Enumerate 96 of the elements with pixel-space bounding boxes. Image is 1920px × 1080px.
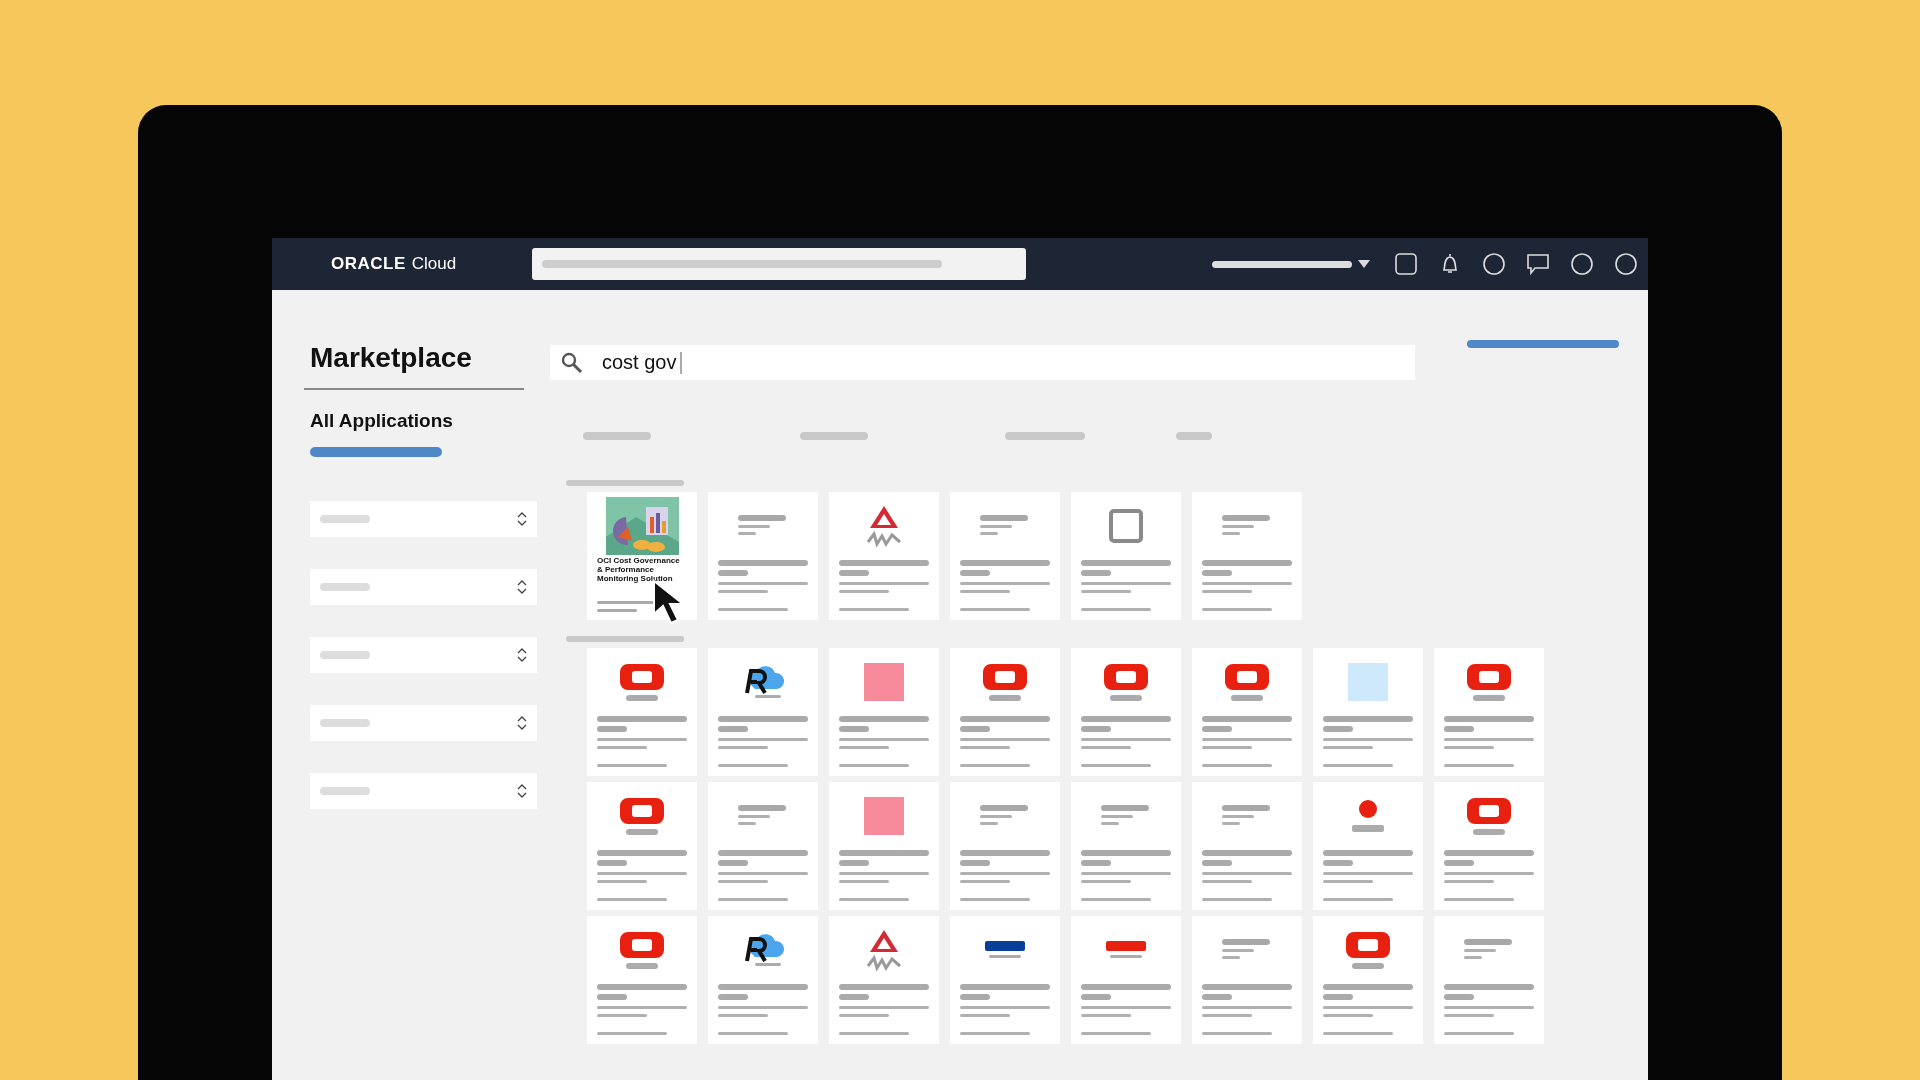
- text-lines-icon: [718, 560, 808, 612]
- filter-dropdown[interactable]: [310, 569, 537, 605]
- text-lines-icon: [738, 515, 788, 537]
- text-lines-icon: [1081, 716, 1171, 768]
- app-card-title: OCI Cost Governance & Performance Monitoring Solution: [597, 556, 681, 584]
- text-lines-icon: [718, 850, 808, 902]
- text-lines-icon: [960, 716, 1050, 768]
- app-card[interactable]: [1192, 648, 1302, 776]
- text-lines-icon: [1444, 716, 1534, 768]
- text-lines-icon: [1202, 984, 1292, 1036]
- app-card[interactable]: [1434, 782, 1544, 910]
- text-lines-icon: [597, 716, 687, 768]
- text-lines-icon: [718, 716, 808, 768]
- filter-dropdown[interactable]: [310, 773, 537, 809]
- filter-dropdown[interactable]: [310, 705, 537, 741]
- text-lines-icon: [1323, 716, 1413, 768]
- oracle-logo-icon: [1467, 796, 1511, 836]
- brand-logo: ORACLE: [331, 254, 406, 274]
- address-field[interactable]: [532, 248, 1026, 280]
- text-lines-icon: [1202, 850, 1292, 902]
- text-lines-icon: [597, 984, 687, 1036]
- app-card[interactable]: [1313, 916, 1423, 1044]
- text-lines-icon: [960, 984, 1050, 1036]
- text-lines-icon: [839, 850, 929, 902]
- sort-arrows-icon: [517, 647, 527, 663]
- app-card[interactable]: [1434, 648, 1544, 776]
- text-lines-icon: [597, 850, 687, 902]
- oracle-logo-icon: [620, 796, 664, 836]
- square-outline-icon: [1108, 508, 1144, 544]
- bar-logo-icon: [1106, 941, 1146, 959]
- sort-arrows-icon: [517, 511, 527, 527]
- oracle-logo-icon: [1225, 662, 1269, 702]
- sort-arrows-icon: [517, 579, 527, 595]
- circle-icon[interactable]: [1570, 252, 1594, 276]
- caret-icon: [1358, 260, 1370, 268]
- oracle-logo-icon: [1346, 930, 1390, 970]
- page-title: Marketplace: [310, 342, 473, 374]
- app-card[interactable]: [1071, 648, 1181, 776]
- triangle-logo-icon: [864, 504, 904, 548]
- oracle-logo-icon: [1467, 662, 1511, 702]
- square-logo-icon: [864, 663, 904, 701]
- text-lines-icon: [960, 560, 1050, 612]
- app-card[interactable]: [587, 648, 697, 776]
- filter-dropdown[interactable]: [310, 637, 537, 673]
- tab-placeholder[interactable]: [800, 432, 868, 440]
- text-lines-icon: [1202, 560, 1292, 612]
- app-card[interactable]: [950, 916, 1060, 1044]
- text-lines-icon: [839, 560, 929, 612]
- circle-icon[interactable]: [1614, 252, 1638, 276]
- text-lines-icon: [1323, 850, 1413, 902]
- text-lines-icon: [1101, 805, 1151, 827]
- oracle-logo-icon: [620, 930, 664, 970]
- filter-dropdown[interactable]: [310, 501, 537, 537]
- text-lines-icon: [839, 716, 929, 768]
- oracle-logo-icon: [983, 662, 1027, 702]
- text-lines-icon: [1081, 560, 1171, 612]
- text-lines-icon: [1464, 939, 1514, 961]
- region-selector[interactable]: [1212, 260, 1370, 268]
- dot-logo-icon: [1350, 799, 1386, 833]
- oracle-logo-icon: [620, 662, 664, 702]
- square-icon[interactable]: [1394, 252, 1418, 276]
- chart-illustration-icon: [605, 497, 679, 555]
- text-lines-icon: [980, 805, 1030, 827]
- text-lines-icon: [738, 805, 788, 827]
- bar-logo-icon: [985, 941, 1025, 959]
- chat-icon[interactable]: [1526, 252, 1550, 276]
- text-lines-icon: [1323, 984, 1413, 1036]
- search-field[interactable]: cost gov: [550, 345, 1415, 380]
- tab-placeholder[interactable]: [583, 432, 651, 440]
- search-icon: [560, 350, 584, 375]
- brand-product: Cloud: [411, 254, 457, 274]
- text-lines-icon: [1444, 984, 1534, 1036]
- text-lines-icon: [1222, 805, 1272, 827]
- square-logo-icon: [864, 797, 904, 835]
- sort-arrows-icon: [517, 715, 527, 731]
- tab-placeholder[interactable]: [1176, 432, 1212, 440]
- text-lines-icon: [1222, 515, 1272, 537]
- oracle-logo-icon: [1104, 662, 1148, 702]
- app-card[interactable]: [950, 648, 1060, 776]
- app-card[interactable]: [587, 916, 697, 1044]
- tile-logo-icon: [1348, 663, 1388, 701]
- circle-icon[interactable]: [1482, 252, 1506, 276]
- text-lines-icon: [1081, 984, 1171, 1036]
- text-lines-icon: [839, 984, 929, 1036]
- text-lines-icon: [1222, 939, 1272, 961]
- text-lines-icon: [718, 984, 808, 1036]
- sort-arrows-icon: [517, 783, 527, 799]
- text-lines-icon: [1444, 850, 1534, 902]
- triangle-logo-icon: [864, 928, 904, 972]
- text-lines-icon: [1202, 716, 1292, 768]
- text-lines-icon: [980, 515, 1030, 537]
- section-label[interactable]: All Applications: [310, 410, 550, 432]
- text-lines-icon: [960, 850, 1050, 902]
- app-card[interactable]: [587, 782, 697, 910]
- text-lines-icon: [1081, 850, 1171, 902]
- app-card[interactable]: [1071, 916, 1181, 1044]
